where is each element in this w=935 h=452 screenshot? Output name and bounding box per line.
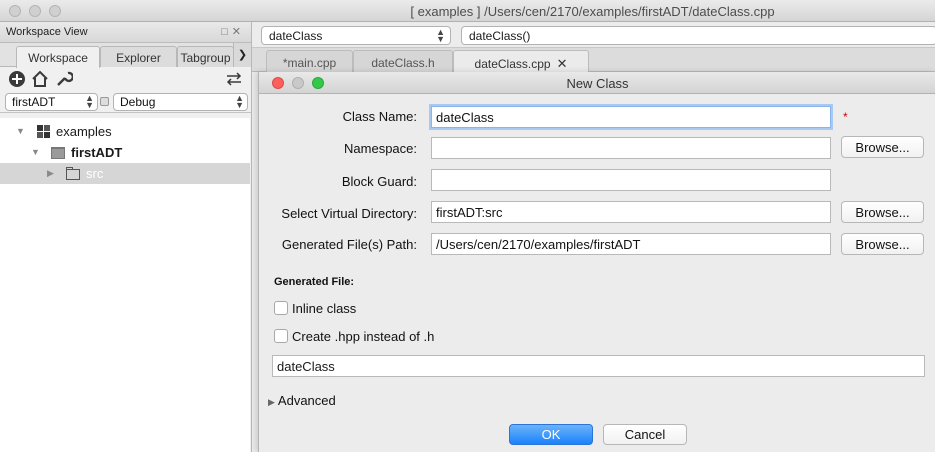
required-marker: * bbox=[843, 110, 848, 124]
tab-dateclass-cpp[interactable]: dateClass.cpp ✕ bbox=[453, 50, 589, 72]
block-guard-field[interactable] bbox=[431, 169, 831, 191]
chevron-down-icon[interactable]: ❯ bbox=[233, 43, 251, 67]
expanded-triangle-icon[interactable]: ▼ bbox=[31, 147, 40, 157]
workspace-selectors: firstADT ▲ ▼ Debug ▲ ▼ bbox=[0, 91, 251, 113]
maximize-panel-icon[interactable]: □ bbox=[221, 26, 232, 38]
project-folder-icon bbox=[51, 147, 65, 159]
generated-path-field[interactable]: /Users/cen/2170/examples/firstADT bbox=[431, 233, 831, 255]
config-select-value: Debug bbox=[120, 95, 156, 109]
disclosure-triangle-icon: ▶ bbox=[268, 397, 275, 407]
cancel-button[interactable]: Cancel bbox=[603, 424, 687, 445]
class-name-label: Class Name: bbox=[342, 109, 417, 124]
virtual-directory-field[interactable]: firstADT:src bbox=[431, 201, 831, 223]
file-tabs: *main.cpp dateClass.h dateClass.cpp ✕ bbox=[252, 48, 935, 72]
tree-item-label: examples bbox=[56, 124, 112, 139]
workspace-icon bbox=[37, 125, 50, 138]
advanced-disclosure[interactable]: ▶ Advanced bbox=[268, 393, 336, 408]
tree-item-src[interactable]: ▶ src bbox=[0, 163, 250, 184]
inline-class-checkbox[interactable] bbox=[274, 301, 288, 315]
workspace-tree: ▼ examples ▼ firstADT ▶ src bbox=[0, 118, 250, 452]
tab-tabgroup[interactable]: Tabgroup bbox=[177, 46, 234, 67]
generated-path-browse-button[interactable]: Browse... bbox=[841, 233, 924, 255]
panel-window-buttons: □✕ bbox=[221, 25, 245, 38]
link-icon[interactable] bbox=[100, 97, 109, 106]
tree-item-label: src bbox=[86, 166, 104, 181]
config-select[interactable]: Debug ▲ ▼ bbox=[113, 93, 248, 111]
workspace-panel-header: Workspace View □✕ bbox=[0, 22, 251, 43]
tab-main-cpp[interactable]: *main.cpp bbox=[266, 50, 353, 72]
expanded-triangle-icon[interactable]: ▼ bbox=[16, 126, 25, 136]
tab-workspace[interactable]: Workspace bbox=[16, 46, 100, 68]
virtual-folder-icon bbox=[66, 167, 80, 180]
select-arrows-icon: ▲ ▼ bbox=[235, 93, 244, 110]
new-class-dialog: New Class Class Name: dateClass * Namesp… bbox=[258, 72, 935, 452]
advanced-label: Advanced bbox=[277, 393, 336, 408]
tree-item-label: firstADT bbox=[71, 145, 123, 160]
class-combo-value: dateClass bbox=[269, 29, 323, 43]
close-panel-icon[interactable]: ✕ bbox=[232, 26, 245, 38]
tab-label: dateClass.cpp bbox=[474, 57, 551, 71]
project-select-value: firstADT bbox=[12, 95, 56, 109]
create-hpp-label[interactable]: Create .hpp instead of .h bbox=[292, 329, 434, 344]
swap-arrows-icon[interactable] bbox=[225, 70, 243, 88]
dialog-titlebar: New Class bbox=[259, 72, 935, 94]
function-combo-value: dateClass() bbox=[469, 29, 531, 43]
block-guard-label: Block Guard: bbox=[341, 174, 417, 189]
editor-navigation-bar: dateClass ▲ ▼ dateClass() bbox=[252, 22, 935, 48]
dialog-title: New Class bbox=[566, 76, 629, 91]
workspace-panel-title: Workspace View bbox=[6, 26, 88, 38]
workspace-toolbar bbox=[0, 67, 251, 91]
ok-button[interactable]: OK bbox=[509, 424, 593, 445]
generated-path-label: Generated File(s) Path: bbox=[281, 237, 417, 252]
inline-class-label[interactable]: Inline class bbox=[292, 301, 356, 316]
workspace-panel: Workspace View □✕ Workspace Explorer Tab… bbox=[0, 22, 252, 452]
function-combo[interactable]: dateClass() bbox=[461, 26, 935, 45]
tab-dateclass-h[interactable]: dateClass.h bbox=[353, 50, 453, 72]
workspace-tabs: Workspace Explorer Tabgroup ❯ bbox=[0, 43, 251, 68]
close-icon[interactable]: ✕ bbox=[557, 56, 568, 71]
file-name-field[interactable]: dateClass bbox=[272, 355, 925, 377]
tree-item-firstadt[interactable]: ▼ firstADT bbox=[0, 142, 250, 163]
class-combo[interactable]: dateClass ▲ ▼ bbox=[261, 26, 451, 45]
select-arrows-icon: ▲ ▼ bbox=[85, 93, 94, 110]
home-icon[interactable] bbox=[31, 70, 49, 88]
tab-explorer[interactable]: Explorer bbox=[100, 46, 177, 67]
namespace-field[interactable] bbox=[431, 137, 831, 159]
project-select[interactable]: firstADT ▲ ▼ bbox=[5, 93, 98, 111]
namespace-browse-button[interactable]: Browse... bbox=[841, 136, 924, 158]
class-name-field[interactable]: dateClass bbox=[431, 106, 831, 128]
collapsed-triangle-icon[interactable]: ▶ bbox=[47, 168, 54, 179]
window-title: [ examples ] /Users/cen/2170/examples/fi… bbox=[410, 4, 775, 19]
virtual-directory-label: Select Virtual Directory: bbox=[281, 206, 417, 221]
namespace-label: Namespace: bbox=[344, 141, 417, 156]
create-hpp-checkbox[interactable] bbox=[274, 329, 288, 343]
wrench-icon[interactable] bbox=[55, 70, 73, 88]
window-titlebar: [ examples ] /Users/cen/2170/examples/fi… bbox=[0, 0, 935, 22]
generated-file-heading: Generated File: bbox=[274, 276, 355, 288]
add-icon[interactable] bbox=[8, 70, 26, 88]
select-arrows-icon: ▲ ▼ bbox=[436, 27, 445, 44]
tree-item-examples[interactable]: ▼ examples bbox=[0, 121, 250, 142]
virtual-directory-browse-button[interactable]: Browse... bbox=[841, 201, 924, 223]
